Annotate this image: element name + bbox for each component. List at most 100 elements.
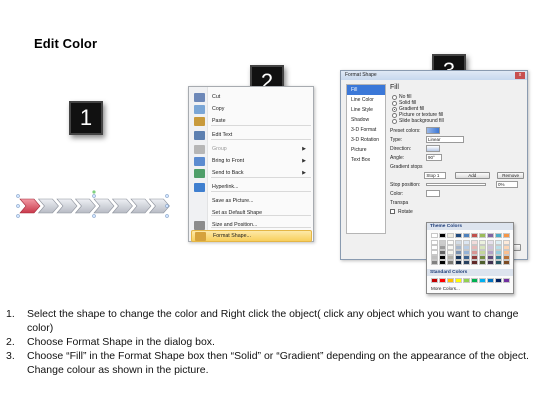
theme-color-swatch[interactable]	[487, 233, 494, 238]
theme-shade-swatch[interactable]	[463, 260, 470, 265]
arrow-shape[interactable]	[130, 198, 152, 214]
arrow-shape[interactable]	[74, 198, 96, 214]
nav-item-picture[interactable]: Picture	[347, 145, 385, 155]
stop-position-input[interactable]: 0%	[496, 181, 518, 188]
instruction-item-3: 3. Choose “Fill” in the Format Shape box …	[6, 349, 546, 377]
selection-handle[interactable]	[165, 194, 169, 198]
selection-handle[interactable]	[16, 194, 20, 198]
arrow-shape[interactable]	[93, 198, 115, 214]
rotation-handle[interactable]	[92, 190, 96, 194]
menu-item-hyperlink[interactable]: Hyperlink...	[191, 181, 312, 193]
nav-item-shadow[interactable]: Shadow	[347, 115, 385, 125]
arrow-shape[interactable]	[37, 198, 59, 214]
standard-color-swatch[interactable]	[503, 278, 510, 283]
selection-handle[interactable]	[92, 194, 96, 198]
option-background-fill[interactable]: Slide background fill	[390, 118, 524, 124]
close-icon[interactable]: x	[515, 72, 525, 79]
nav-item-3d-rotation[interactable]: 3-D Rotation	[347, 135, 385, 145]
bring-front-icon	[194, 156, 205, 166]
theme-color-swatch[interactable]	[455, 233, 462, 238]
standard-color-swatch[interactable]	[447, 278, 454, 283]
selection-handle[interactable]	[16, 204, 20, 208]
menu-item-copy[interactable]: Copy	[191, 103, 312, 115]
nav-item-line-color[interactable]: Line Color	[347, 95, 385, 105]
menu-item-cut[interactable]: Cut	[191, 91, 312, 103]
angle-input[interactable]: 90°	[426, 154, 442, 161]
theme-color-swatch[interactable]	[471, 233, 478, 238]
nav-item-3d-format[interactable]: 3-D Format	[347, 125, 385, 135]
instruction-number: 1.	[6, 308, 15, 320]
stop-select[interactable]: Stop 1	[424, 172, 446, 179]
menu-item-paste[interactable]: Paste	[191, 115, 312, 127]
standard-colors-header: Standard Colors	[427, 269, 513, 276]
menu-item-set-as-default-shape[interactable]: Set as Default Shape	[191, 207, 312, 219]
theme-shade-swatch[interactable]	[431, 260, 438, 265]
instruction-text: Select the shape to change the color and…	[27, 308, 519, 334]
theme-color-swatch[interactable]	[439, 233, 446, 238]
theme-color-swatch[interactable]	[431, 233, 438, 238]
selection-handle[interactable]	[165, 214, 169, 218]
fill-heading: Fill	[390, 84, 399, 91]
selection-handle[interactable]	[92, 214, 96, 218]
theme-shade-swatch[interactable]	[471, 260, 478, 265]
nav-item-line-style[interactable]: Line Style	[347, 105, 385, 115]
menu-item-label: Format Shape...	[213, 233, 251, 239]
chevron-right-icon: ▶	[302, 158, 306, 164]
menu-item-label: Save as Picture...	[212, 198, 254, 204]
theme-shade-swatch[interactable]	[479, 260, 486, 265]
standard-color-swatch[interactable]	[495, 278, 502, 283]
theme-shade-swatch[interactable]	[439, 260, 446, 265]
nav-item-text-box[interactable]: Text Box	[347, 155, 385, 165]
theme-shade-swatch[interactable]	[455, 260, 462, 265]
theme-color-swatch[interactable]	[463, 233, 470, 238]
remove-stop-button[interactable]: Remove	[497, 172, 524, 179]
theme-shade-swatch[interactable]	[487, 260, 494, 265]
type-select[interactable]: Linear	[426, 136, 464, 143]
menu-item-group[interactable]: Group ▶	[191, 143, 312, 155]
theme-color-swatch[interactable]	[479, 233, 486, 238]
standard-color-swatch[interactable]	[479, 278, 486, 283]
arrow-shape[interactable]	[56, 198, 78, 214]
standard-color-swatch[interactable]	[439, 278, 446, 283]
arrow-shape[interactable]	[111, 198, 133, 214]
standard-color-swatch[interactable]	[463, 278, 470, 283]
selection-handle[interactable]	[165, 204, 169, 208]
menu-item-label: Size and Position...	[212, 222, 258, 228]
menu-item-bring-to-front[interactable]: Bring to Front ▶	[191, 155, 312, 167]
standard-color-swatch[interactable]	[487, 278, 494, 283]
add-stop-button[interactable]: Add	[455, 172, 490, 179]
theme-shade-swatch[interactable]	[495, 260, 502, 265]
color-picker-button[interactable]	[426, 190, 440, 197]
standard-color-swatch[interactable]	[455, 278, 462, 283]
instruction-text: Choose “Fill” in the Format Shape box th…	[27, 350, 529, 376]
context-menu: Cut Copy Paste Edit Text Group ▶ Bring to Fron…	[188, 86, 314, 242]
group-icon	[194, 144, 205, 154]
size-position-icon	[194, 220, 205, 230]
selected-arrow-shape[interactable]	[19, 198, 41, 214]
menu-item-send-to-back[interactable]: Send to Back ▶	[191, 167, 312, 179]
theme-shade-swatch[interactable]	[503, 260, 510, 265]
menu-item-save-as-picture[interactable]: Save as Picture...	[191, 195, 312, 207]
menu-item-edit-text[interactable]: Edit Text	[191, 129, 312, 141]
theme-shade-swatch[interactable]	[447, 260, 454, 265]
standard-color-swatch[interactable]	[471, 278, 478, 283]
send-back-icon	[194, 168, 205, 178]
direction-button[interactable]	[426, 145, 440, 152]
theme-color-swatch[interactable]	[447, 233, 454, 238]
menu-item-label: Hyperlink...	[212, 184, 239, 190]
selection-handle[interactable]	[16, 214, 20, 218]
stop-position-slider[interactable]	[426, 183, 486, 186]
arrow-chain-diagram[interactable]	[14, 190, 170, 222]
menu-item-format-shape[interactable]: Format Shape...	[191, 230, 312, 242]
nav-item-fill[interactable]: Fill	[347, 85, 385, 95]
standard-color-swatch[interactable]	[431, 278, 438, 283]
color-label: Color:	[390, 190, 404, 197]
more-colors-link[interactable]: More Colors...	[431, 286, 460, 291]
format-shape-icon	[195, 231, 206, 241]
theme-color-swatch[interactable]	[495, 233, 502, 238]
rotate-checkbox[interactable]	[390, 209, 395, 214]
empty-icon-slot	[194, 209, 205, 218]
theme-color-swatch[interactable]	[503, 233, 510, 238]
menu-item-label: Send to Back	[212, 170, 244, 176]
preset-colors-button[interactable]	[426, 127, 440, 134]
